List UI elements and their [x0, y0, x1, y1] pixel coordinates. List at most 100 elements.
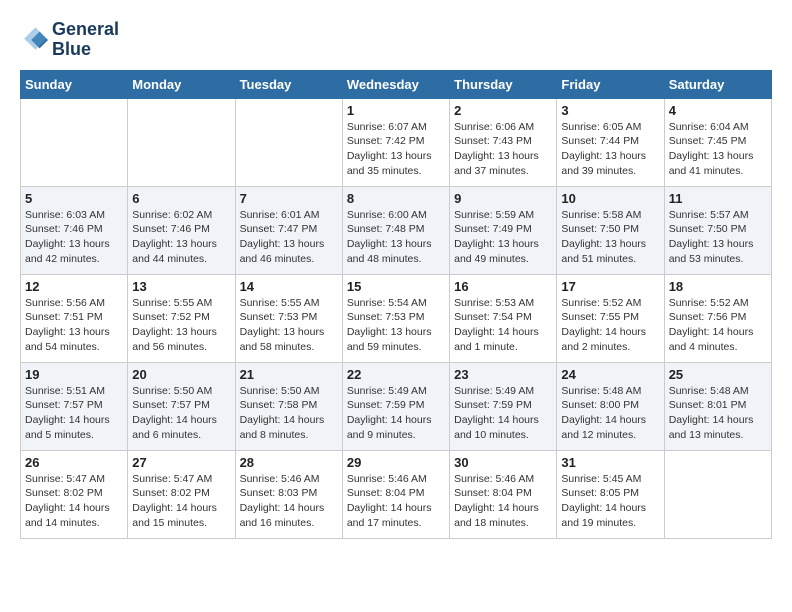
day-info: Sunrise: 6:01 AM Sunset: 7:47 PM Dayligh… — [240, 208, 338, 267]
calendar-cell: 28 Sunrise: 5:46 AM Sunset: 8:03 PM Dayli… — [235, 450, 342, 538]
day-number: 6 — [132, 191, 230, 206]
day-info: Sunrise: 5:50 AM Sunset: 7:57 PM Dayligh… — [132, 384, 230, 443]
day-number: 18 — [669, 279, 767, 294]
day-info: Sunrise: 5:47 AM Sunset: 8:02 PM Dayligh… — [25, 472, 123, 531]
day-number: 31 — [561, 455, 659, 470]
day-info: Sunrise: 5:53 AM Sunset: 7:54 PM Dayligh… — [454, 296, 552, 355]
day-number: 17 — [561, 279, 659, 294]
day-number: 24 — [561, 367, 659, 382]
calendar-cell: 11 Sunrise: 5:57 AM Sunset: 7:50 PM Dayli… — [664, 186, 771, 274]
calendar-cell: 16 Sunrise: 5:53 AM Sunset: 7:54 PM Dayli… — [450, 274, 557, 362]
logo: General Blue — [20, 20, 119, 60]
calendar-cell: 21 Sunrise: 5:50 AM Sunset: 7:58 PM Dayli… — [235, 362, 342, 450]
day-number: 11 — [669, 191, 767, 206]
day-info: Sunrise: 5:58 AM Sunset: 7:50 PM Dayligh… — [561, 208, 659, 267]
day-number: 28 — [240, 455, 338, 470]
calendar-cell: 18 Sunrise: 5:52 AM Sunset: 7:56 PM Dayli… — [664, 274, 771, 362]
day-info: Sunrise: 5:56 AM Sunset: 7:51 PM Dayligh… — [25, 296, 123, 355]
day-header-monday: Monday — [128, 70, 235, 98]
day-number: 25 — [669, 367, 767, 382]
calendar-cell: 1 Sunrise: 6:07 AM Sunset: 7:42 PM Daylig… — [342, 98, 449, 186]
day-info: Sunrise: 5:45 AM Sunset: 8:05 PM Dayligh… — [561, 472, 659, 531]
calendar-cell: 12 Sunrise: 5:56 AM Sunset: 7:51 PM Dayli… — [21, 274, 128, 362]
day-info: Sunrise: 5:52 AM Sunset: 7:55 PM Dayligh… — [561, 296, 659, 355]
calendar-cell: 3 Sunrise: 6:05 AM Sunset: 7:44 PM Daylig… — [557, 98, 664, 186]
day-number: 7 — [240, 191, 338, 206]
day-number: 5 — [25, 191, 123, 206]
calendar-cell: 25 Sunrise: 5:48 AM Sunset: 8:01 PM Dayli… — [664, 362, 771, 450]
day-info: Sunrise: 6:06 AM Sunset: 7:43 PM Dayligh… — [454, 120, 552, 179]
day-info: Sunrise: 5:59 AM Sunset: 7:49 PM Dayligh… — [454, 208, 552, 267]
day-number: 13 — [132, 279, 230, 294]
day-info: Sunrise: 5:47 AM Sunset: 8:02 PM Dayligh… — [132, 472, 230, 531]
calendar-cell: 20 Sunrise: 5:50 AM Sunset: 7:57 PM Dayli… — [128, 362, 235, 450]
day-header-thursday: Thursday — [450, 70, 557, 98]
day-info: Sunrise: 6:05 AM Sunset: 7:44 PM Dayligh… — [561, 120, 659, 179]
day-number: 29 — [347, 455, 445, 470]
calendar-cell: 15 Sunrise: 5:54 AM Sunset: 7:53 PM Dayli… — [342, 274, 449, 362]
day-number: 3 — [561, 103, 659, 118]
day-number: 2 — [454, 103, 552, 118]
day-number: 26 — [25, 455, 123, 470]
calendar-cell: 14 Sunrise: 5:55 AM Sunset: 7:53 PM Dayli… — [235, 274, 342, 362]
day-info: Sunrise: 5:46 AM Sunset: 8:04 PM Dayligh… — [454, 472, 552, 531]
calendar-cell: 6Sunrise: 6:02 AM Sunset: 7:46 PM Daylig… — [128, 186, 235, 274]
page-header: General Blue — [20, 20, 772, 60]
day-number: 22 — [347, 367, 445, 382]
day-info: Sunrise: 5:46 AM Sunset: 8:04 PM Dayligh… — [347, 472, 445, 531]
calendar-cell: 4 Sunrise: 6:04 AM Sunset: 7:45 PM Daylig… — [664, 98, 771, 186]
calendar-cell: 27 Sunrise: 5:47 AM Sunset: 8:02 PM Dayli… — [128, 450, 235, 538]
calendar-cell: 8Sunrise: 6:00 AM Sunset: 7:48 PM Daylig… — [342, 186, 449, 274]
day-number: 14 — [240, 279, 338, 294]
calendar-cell — [21, 98, 128, 186]
day-info: Sunrise: 6:07 AM Sunset: 7:42 PM Dayligh… — [347, 120, 445, 179]
day-number: 16 — [454, 279, 552, 294]
calendar-cell: 2 Sunrise: 6:06 AM Sunset: 7:43 PM Daylig… — [450, 98, 557, 186]
day-number: 21 — [240, 367, 338, 382]
day-info: Sunrise: 5:49 AM Sunset: 7:59 PM Dayligh… — [454, 384, 552, 443]
day-info: Sunrise: 5:57 AM Sunset: 7:50 PM Dayligh… — [669, 208, 767, 267]
day-number: 4 — [669, 103, 767, 118]
day-info: Sunrise: 5:54 AM Sunset: 7:53 PM Dayligh… — [347, 296, 445, 355]
day-header-saturday: Saturday — [664, 70, 771, 98]
day-info: Sunrise: 5:55 AM Sunset: 7:52 PM Dayligh… — [132, 296, 230, 355]
day-header-sunday: Sunday — [21, 70, 128, 98]
day-number: 27 — [132, 455, 230, 470]
day-header-friday: Friday — [557, 70, 664, 98]
calendar-cell: 19Sunrise: 5:51 AM Sunset: 7:57 PM Dayli… — [21, 362, 128, 450]
day-info: Sunrise: 5:55 AM Sunset: 7:53 PM Dayligh… — [240, 296, 338, 355]
calendar-cell: 29 Sunrise: 5:46 AM Sunset: 8:04 PM Dayli… — [342, 450, 449, 538]
day-header-tuesday: Tuesday — [235, 70, 342, 98]
day-info: Sunrise: 5:46 AM Sunset: 8:03 PM Dayligh… — [240, 472, 338, 531]
day-info: Sunrise: 6:04 AM Sunset: 7:45 PM Dayligh… — [669, 120, 767, 179]
day-header-wednesday: Wednesday — [342, 70, 449, 98]
calendar-cell — [664, 450, 771, 538]
calendar-cell: 17 Sunrise: 5:52 AM Sunset: 7:55 PM Dayli… — [557, 274, 664, 362]
day-info: Sunrise: 5:50 AM Sunset: 7:58 PM Dayligh… — [240, 384, 338, 443]
calendar-cell: 22Sunrise: 5:49 AM Sunset: 7:59 PM Dayli… — [342, 362, 449, 450]
calendar-table: SundayMondayTuesdayWednesdayThursdayFrid… — [20, 70, 772, 539]
day-number: 8 — [347, 191, 445, 206]
logo-text: General Blue — [52, 20, 119, 60]
day-number: 10 — [561, 191, 659, 206]
calendar-cell: 26 Sunrise: 5:47 AM Sunset: 8:02 PM Dayli… — [21, 450, 128, 538]
calendar-cell: 23 Sunrise: 5:49 AM Sunset: 7:59 PM Dayli… — [450, 362, 557, 450]
calendar-cell: 5 Sunrise: 6:03 AM Sunset: 7:46 PM Daylig… — [21, 186, 128, 274]
day-number: 20 — [132, 367, 230, 382]
calendar-cell: 7 Sunrise: 6:01 AM Sunset: 7:47 PM Daylig… — [235, 186, 342, 274]
day-info: Sunrise: 5:52 AM Sunset: 7:56 PM Dayligh… — [669, 296, 767, 355]
logo-icon — [20, 26, 48, 54]
day-number: 1 — [347, 103, 445, 118]
calendar-cell — [235, 98, 342, 186]
calendar-cell — [128, 98, 235, 186]
day-number: 15 — [347, 279, 445, 294]
day-info: Sunrise: 6:03 AM Sunset: 7:46 PM Dayligh… — [25, 208, 123, 267]
calendar-cell: 30 Sunrise: 5:46 AM Sunset: 8:04 PM Dayli… — [450, 450, 557, 538]
day-number: 30 — [454, 455, 552, 470]
day-number: 23 — [454, 367, 552, 382]
day-info: Sunrise: 5:48 AM Sunset: 8:01 PM Dayligh… — [669, 384, 767, 443]
day-number: 12 — [25, 279, 123, 294]
calendar-cell: 24Sunrise: 5:48 AM Sunset: 8:00 PM Dayli… — [557, 362, 664, 450]
calendar-cell: 9Sunrise: 5:59 AM Sunset: 7:49 PM Daylig… — [450, 186, 557, 274]
calendar-cell: 13 Sunrise: 5:55 AM Sunset: 7:52 PM Dayli… — [128, 274, 235, 362]
